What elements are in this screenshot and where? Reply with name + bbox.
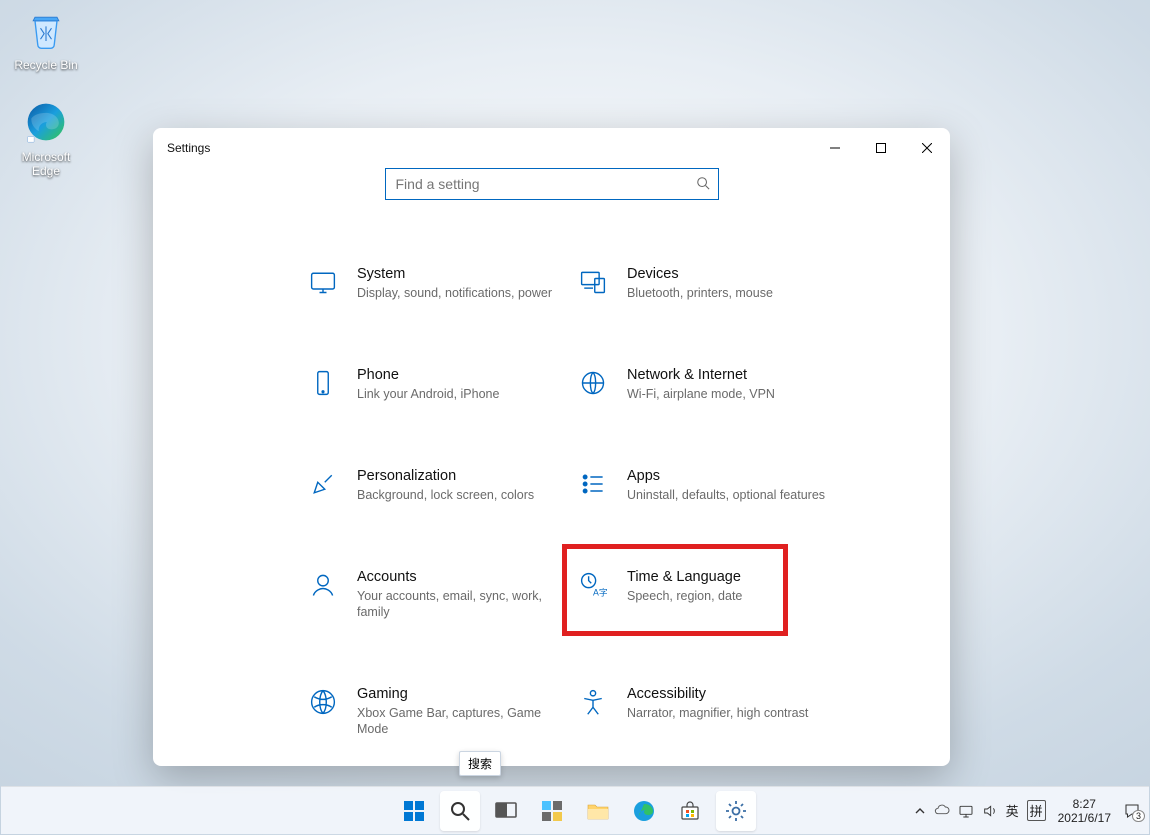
tile-desc: Uninstall, defaults, optional features (627, 487, 835, 503)
tile-desc: Speech, region, date (627, 588, 835, 604)
tile-desc: Xbox Game Bar, captures, Game Mode (357, 705, 565, 737)
time-language-icon: A字 (577, 569, 609, 601)
edge-button[interactable] (624, 791, 664, 831)
gaming-icon (307, 686, 339, 718)
ime-language[interactable]: 英 (1006, 801, 1019, 820)
desktop-recycle-bin[interactable]: Recycle Bin (6, 6, 86, 72)
edge-icon (22, 98, 70, 146)
search-box[interactable] (385, 168, 719, 200)
minimize-button[interactable] (812, 128, 858, 168)
svg-text:A字: A字 (593, 587, 607, 598)
tile-network[interactable]: Network & Internet Wi-Fi, airplane mode,… (571, 363, 841, 406)
network-icon (577, 367, 609, 399)
system-icon (307, 266, 339, 298)
tile-title: Apps (627, 468, 835, 484)
tile-system[interactable]: System Display, sound, notifications, po… (301, 262, 571, 305)
maximize-button[interactable] (858, 128, 904, 168)
taskbar-search-button[interactable] (440, 791, 480, 831)
tile-title: Phone (357, 367, 565, 383)
phone-icon (307, 367, 339, 399)
tile-desc: Your accounts, email, sync, work, family (357, 588, 565, 620)
desktop-icon-label: Microsoft Edge (6, 150, 86, 178)
clock-date: 2021/6/17 (1058, 811, 1111, 825)
tile-apps[interactable]: Apps Uninstall, defaults, optional featu… (571, 464, 841, 507)
tile-title: Personalization (357, 468, 565, 484)
tile-accounts[interactable]: Accounts Your accounts, email, sync, wor… (301, 565, 571, 624)
tile-title: Time & Language (627, 569, 835, 585)
apps-icon (577, 468, 609, 500)
store-button[interactable] (670, 791, 710, 831)
desktop-microsoft-edge[interactable]: Microsoft Edge (6, 98, 86, 178)
tile-title: System (357, 266, 565, 282)
action-center-button[interactable]: 3 (1123, 802, 1141, 820)
accessibility-icon (577, 686, 609, 718)
tile-phone[interactable]: Phone Link your Android, iPhone (301, 363, 571, 406)
tile-accessibility[interactable]: Accessibility Narrator, magnifier, high … (571, 682, 841, 741)
tile-desc: Link your Android, iPhone (357, 386, 565, 402)
ime-mode[interactable]: 拼 (1027, 800, 1046, 821)
tile-desc: Wi-Fi, airplane mode, VPN (627, 386, 835, 402)
tile-title: Devices (627, 266, 835, 282)
close-button[interactable] (904, 128, 950, 168)
tile-desc: Bluetooth, printers, mouse (627, 285, 835, 301)
tile-desc: Background, lock screen, colors (357, 487, 565, 503)
clock-time: 8:27 (1058, 797, 1111, 811)
personalization-icon (307, 468, 339, 500)
clock[interactable]: 8:27 2021/6/17 (1058, 797, 1111, 825)
desktop-icon-label: Recycle Bin (6, 58, 86, 72)
tile-devices[interactable]: Devices Bluetooth, printers, mouse (571, 262, 841, 305)
tile-gaming[interactable]: Gaming Xbox Game Bar, captures, Game Mod… (301, 682, 571, 741)
titlebar[interactable]: Settings (153, 128, 950, 168)
tile-title: Accounts (357, 569, 565, 585)
start-button[interactable] (394, 791, 434, 831)
search-input[interactable] (396, 176, 696, 192)
taskbar-right: 英 拼 8:27 2021/6/17 3 (914, 787, 1141, 834)
network-tray-icon[interactable] (958, 803, 974, 819)
action-center-badge: 3 (1132, 810, 1145, 822)
task-view-button[interactable] (486, 791, 526, 831)
file-explorer-button[interactable] (578, 791, 618, 831)
tile-desc: Display, sound, notifications, power (357, 285, 565, 301)
taskbar: 英 拼 8:27 2021/6/17 3 (1, 786, 1149, 834)
tile-time-language[interactable]: A字 Time & Language Speech, region, date (571, 565, 841, 624)
widgets-button[interactable] (532, 791, 572, 831)
settings-taskbar-button[interactable] (716, 791, 756, 831)
accounts-icon (307, 569, 339, 601)
tray-chevron-up-icon[interactable] (914, 805, 926, 817)
tile-desc: Narrator, magnifier, high contrast (627, 705, 835, 721)
search-icon (696, 176, 710, 193)
settings-window: Settings (153, 128, 950, 766)
tile-title: Accessibility (627, 686, 835, 702)
search-tooltip: 搜索 (459, 751, 501, 776)
devices-icon (577, 266, 609, 298)
tile-title: Network & Internet (627, 367, 835, 383)
recycle-bin-icon (22, 6, 70, 54)
onedrive-icon[interactable] (934, 803, 950, 819)
taskbar-center (394, 787, 756, 834)
window-title: Settings (167, 141, 210, 155)
volume-icon[interactable] (982, 803, 998, 819)
settings-grid-scroll[interactable]: System Display, sound, notifications, po… (301, 262, 938, 754)
tile-title: Gaming (357, 686, 565, 702)
tile-personalization[interactable]: Personalization Background, lock screen,… (301, 464, 571, 507)
